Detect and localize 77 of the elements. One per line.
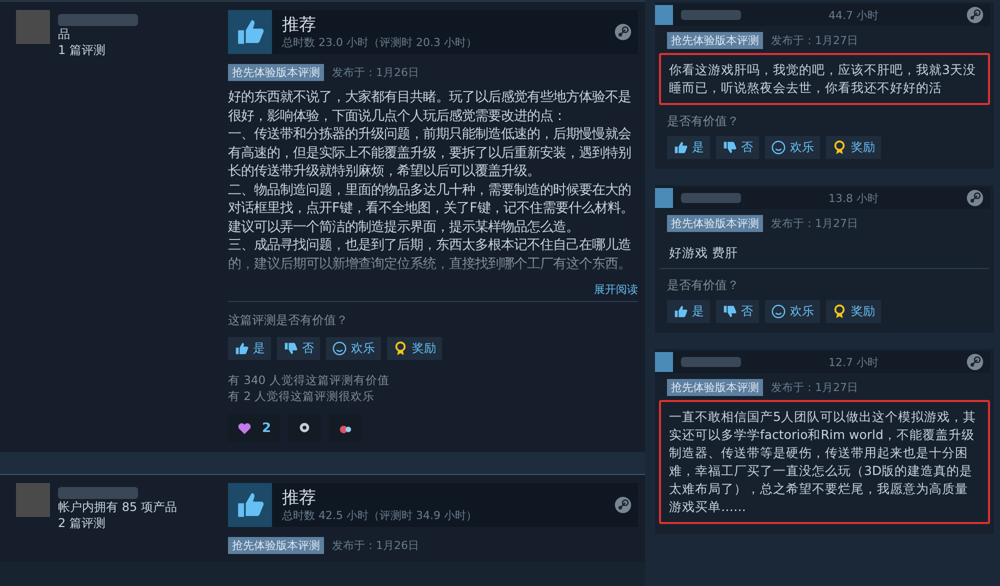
award-ribbon-icon [832, 140, 847, 155]
verdict-title: 推荐 [282, 14, 317, 34]
product-count: 品 [58, 26, 71, 42]
play-hours: 13.8 小时 [828, 190, 880, 206]
award-ribbon-icon [832, 304, 847, 319]
steam-icon [614, 496, 632, 514]
review-paragraph: 二、物品制造问题，里面的物品多达几十种，需要制造的时候要在大的对话框里找，点开F键，看不全地图，关了F键，记不住需要什么材料。建议可以弄一个简洁的制造提示界面，提示某样物品怎么造。 [228, 182, 634, 236]
avatar[interactable] [655, 5, 673, 25]
review-count[interactable]: 1 篇评测 [58, 42, 138, 58]
vote-button[interactable]: 否 [716, 136, 759, 159]
vote-button[interactable]: 欢乐 [765, 300, 820, 323]
thumbs-down-icon [722, 140, 737, 155]
early-access-tag: 抢先体验版本评测 [228, 64, 324, 81]
review-text: 好游戏 费肝 [659, 236, 990, 269]
early-access-tag: 抢先体验版本评测 [667, 215, 763, 232]
thumbs-down-icon [722, 304, 737, 319]
post-date: 发布于：1月27日 [771, 380, 858, 395]
helpful-prompt: 是否有价值？ [667, 113, 740, 130]
review-text: 一直不敢相信国产5人团队可以做出这个模拟游戏，其实还可以多学学factorio和Rim world，不能覆盖升级制造器、传送带等是硬伤，传送带用起来也是十分困难，幸福工厂买了一直没怎么玩（3D版的建造真的是太难布局了），总之希望不要烂尾，我愿意为高质量游戏买单…… [659, 400, 990, 524]
award-ribbon-icon [393, 341, 408, 356]
vote-button[interactable]: 否 [277, 337, 320, 360]
smiley-icon [771, 304, 786, 319]
play-hours: 总时数 23.0 小时（评测时 20.3 小时） [282, 34, 478, 50]
vote-button[interactable]: 是 [228, 337, 271, 360]
thumbs-down-icon [283, 341, 298, 356]
steam-icon [966, 189, 984, 207]
early-access-tag: 抢先体验版本评测 [228, 537, 324, 554]
helpful-count: 有 340 人觉得这篇评测有价值 [228, 372, 390, 388]
expand-link[interactable]: 展开阅读 [594, 282, 638, 297]
review-text: 你看这游戏肝吗，我觉的吧，应该不肝吧，我就3天没睡而已，听说熬夜会去世，你看我还不好好的活 [659, 53, 990, 105]
thumbs-up-icon [228, 483, 272, 527]
vote-button[interactable]: 欢乐 [326, 337, 381, 360]
award-button[interactable]: 2 [228, 414, 280, 442]
vote-button[interactable]: 是 [667, 300, 710, 323]
post-date: 发布于：1月27日 [771, 216, 858, 231]
post-date: 发布于：1月26日 [332, 538, 419, 553]
thumbs-up-icon [234, 341, 249, 356]
avatar[interactable] [16, 10, 50, 44]
smiley-icon [332, 341, 347, 356]
blurred-name [681, 357, 741, 367]
smiley-icon [771, 140, 786, 155]
award-button[interactable] [329, 414, 362, 442]
helpful-count: 有 2 人觉得这篇评测很欢乐 [228, 388, 376, 404]
verdict-title: 推荐 [282, 488, 317, 508]
vote-button[interactable]: 欢乐 [765, 136, 820, 159]
steam-icon [614, 23, 632, 41]
vote-button[interactable]: 是 [667, 136, 710, 159]
vote-button[interactable]: 否 [716, 300, 759, 323]
heart-icon [237, 420, 252, 436]
review-paragraph: 好的东西就不说了，大家都有目共睹。玩了以后感觉有些地方体验不是很好，影响体验，下面说几点个人玩后感觉需要改进的点： [228, 89, 632, 126]
avatar[interactable] [655, 352, 673, 372]
steam-icon [966, 353, 984, 371]
thumbs-up-icon [228, 10, 272, 54]
play-hours: 12.7 小时 [828, 354, 880, 370]
vote-button[interactable]: 奖励 [826, 136, 881, 159]
early-access-tag: 抢先体验版本评测 [667, 32, 763, 49]
avatar[interactable] [655, 188, 673, 208]
product-count: 帐户内拥有 85 项产品 [58, 499, 177, 515]
early-access-tag: 抢先体验版本评测 [667, 379, 763, 396]
post-date: 发布于：1月27日 [771, 33, 858, 48]
post-date: 发布于：1月26日 [332, 65, 419, 80]
vote-button[interactable]: 奖励 [826, 300, 881, 323]
avatar[interactable] [16, 483, 50, 517]
thumbs-up-icon [673, 304, 688, 319]
helpful-prompt: 是否有价值？ [667, 277, 740, 294]
blurred-name [681, 10, 741, 20]
award-button[interactable] [288, 414, 322, 442]
thumbs-up-icon [673, 140, 688, 155]
review-paragraph: 一、传送带和分拣器的升级问题，前期只能制造低速的，后期慢慢就会有高速的，但是实际上不能覆盖升级，要拆了以后重新安装，遇到特别长的传送带升级就特别麻烦，希望以后可以覆盖升级。 [228, 126, 632, 181]
play-hours: 44.7 小时 [828, 8, 880, 22]
vote-button[interactable]: 奖励 [387, 337, 442, 360]
play-hours: 总时数 42.5 小时（评测时 34.9 小时） [282, 508, 478, 522]
blurred-name [681, 193, 741, 203]
review-count[interactable]: 2 篇评测 [58, 515, 177, 531]
helpful-prompt: 这篇评测是否有价值？ [228, 312, 349, 329]
steam-icon [966, 6, 984, 24]
review-paragraph: 三、成品寻找问题，也是到了后期，东西太多根本记不住自己在哪儿造的，建议后期可以新增查询定位系统，直接找到哪个工厂有这个东西。 [228, 237, 632, 274]
